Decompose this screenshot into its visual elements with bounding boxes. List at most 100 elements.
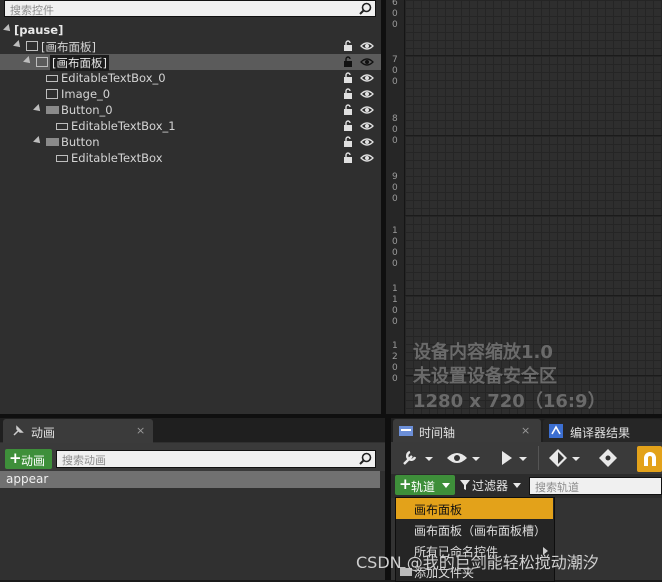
lock-icon[interactable] bbox=[342, 56, 354, 68]
add-animation-button[interactable]: + 动画 bbox=[5, 449, 52, 469]
lock-icon[interactable] bbox=[342, 40, 354, 52]
search-icon[interactable] bbox=[359, 2, 372, 15]
eye-icon[interactable] bbox=[360, 57, 374, 67]
ruler-label: 1100 bbox=[392, 284, 398, 327]
add-track-label: 轨道 bbox=[411, 480, 436, 494]
toolbar-divider bbox=[538, 446, 539, 470]
ruler-label: 700 bbox=[392, 55, 398, 87]
lock-icon[interactable] bbox=[342, 104, 354, 116]
textbox-icon bbox=[56, 123, 68, 130]
eye-icon[interactable] bbox=[360, 137, 374, 147]
tree-row-canvas-panel-selected[interactable]: [画布面板] bbox=[0, 54, 381, 71]
tab-label: 时间轴 bbox=[419, 426, 456, 440]
tree-label: EditableTextBox bbox=[71, 151, 163, 165]
tree-label: EditableTextBox_1 bbox=[71, 119, 176, 133]
tree-label: [画布面板] bbox=[41, 40, 96, 54]
canvas-panel-icon bbox=[26, 41, 38, 51]
tab-label: 动画 bbox=[31, 426, 56, 440]
tree-row-pause[interactable]: [pause] bbox=[0, 22, 381, 38]
textbox-icon bbox=[56, 155, 68, 162]
play-icon[interactable] bbox=[497, 448, 531, 468]
view-eye-icon[interactable] bbox=[445, 448, 483, 468]
animation-list-item[interactable]: appear bbox=[0, 471, 380, 488]
eye-icon[interactable] bbox=[360, 89, 374, 99]
chevron-down-icon bbox=[442, 483, 450, 488]
tree-label: Button_0 bbox=[61, 103, 113, 117]
menu-item-canvas-panel-slot[interactable]: 画布面板（画布面板槽） bbox=[396, 519, 553, 540]
hierarchy-search-input[interactable]: 搜索控件 bbox=[4, 0, 376, 17]
tree-label-editing[interactable]: [画布面板] bbox=[50, 55, 109, 71]
tab-animations[interactable]: 动画 × bbox=[3, 419, 153, 443]
add-track-button[interactable]: + 轨道 bbox=[395, 475, 455, 495]
vertical-ruler: 600 700 800 900 1000 1100 1200 bbox=[386, 0, 405, 414]
grid-major-line bbox=[405, 295, 662, 296]
ruler-label: 1200 bbox=[392, 341, 398, 384]
timeline-icon bbox=[399, 426, 413, 436]
tab-compiler-results[interactable]: 编译器结果 bbox=[543, 419, 662, 443]
grid-major-line bbox=[405, 55, 662, 56]
tree-row-button[interactable]: Button bbox=[0, 134, 381, 150]
snap-icon[interactable] bbox=[597, 448, 619, 468]
tree-row-editabletextbox[interactable]: EditableTextBox bbox=[0, 150, 381, 166]
hierarchy-search-placeholder: 搜索控件 bbox=[10, 4, 54, 17]
image-icon bbox=[46, 89, 58, 99]
lock-icon[interactable] bbox=[342, 120, 354, 132]
overlay-dpi-scale: 设备内容缩放1.0 bbox=[413, 342, 553, 363]
plus-icon: + bbox=[9, 449, 22, 467]
track-search-input[interactable]: 搜索轨道 bbox=[529, 477, 662, 495]
expand-arrow-icon[interactable] bbox=[23, 56, 33, 66]
tree-row-canvas-panel[interactable]: [画布面板] bbox=[0, 38, 381, 54]
tree-label: Image_0 bbox=[61, 87, 111, 101]
close-icon[interactable]: × bbox=[521, 424, 530, 437]
animation-name: appear bbox=[6, 472, 49, 486]
menu-item-canvas-panel[interactable]: 画布面板 bbox=[396, 498, 553, 519]
ruler-label: 1000 bbox=[392, 226, 398, 269]
lock-icon[interactable] bbox=[342, 72, 354, 84]
filter-icon bbox=[460, 480, 470, 490]
tree-row-editabletextbox-1[interactable]: EditableTextBox_1 bbox=[0, 118, 381, 134]
ruler-label: 900 bbox=[392, 172, 398, 204]
wrench-icon[interactable] bbox=[401, 448, 435, 468]
search-icon[interactable] bbox=[359, 452, 372, 465]
animation-search-placeholder: 搜索动画 bbox=[62, 454, 106, 467]
eye-icon[interactable] bbox=[360, 153, 374, 163]
tree-row-button-0[interactable]: Button_0 bbox=[0, 102, 381, 118]
tree-label: [pause] bbox=[14, 23, 64, 37]
expand-arrow-icon[interactable] bbox=[13, 40, 23, 50]
expand-arrow-icon[interactable] bbox=[33, 136, 43, 146]
compiler-icon bbox=[549, 424, 563, 438]
eye-icon[interactable] bbox=[360, 105, 374, 115]
expand-arrow-icon[interactable] bbox=[33, 104, 43, 114]
filter-label: 过滤器 bbox=[472, 479, 509, 493]
tree-row-editabletextbox-0[interactable]: EditableTextBox_0 bbox=[0, 70, 381, 86]
tree-label: Button bbox=[61, 135, 100, 149]
lock-icon[interactable] bbox=[342, 136, 354, 148]
tab-timeline[interactable]: 时间轴 × bbox=[393, 419, 541, 443]
grid-major-line bbox=[405, 135, 662, 136]
filter-button[interactable]: 过滤器 bbox=[459, 476, 525, 494]
overlay-safe-zone: 未设置设备安全区 bbox=[413, 366, 557, 387]
lock-icon[interactable] bbox=[342, 152, 354, 164]
overlay-resolution: 1280 x 720（16:9） bbox=[413, 391, 606, 412]
close-icon[interactable]: × bbox=[136, 424, 145, 437]
magnet-icon bbox=[644, 452, 656, 466]
ruler-label: 600 bbox=[392, 0, 398, 30]
ruler-label: 800 bbox=[392, 114, 398, 146]
canvas-panel-icon bbox=[36, 57, 48, 67]
plus-icon: + bbox=[399, 475, 412, 493]
pin-icon bbox=[13, 425, 24, 436]
tree-label: EditableTextBox_0 bbox=[61, 71, 166, 85]
tree-row-image-0[interactable]: Image_0 bbox=[0, 86, 381, 102]
eye-icon[interactable] bbox=[360, 73, 374, 83]
expand-arrow-icon[interactable] bbox=[3, 24, 13, 34]
eye-icon[interactable] bbox=[360, 41, 374, 51]
grid-major-line bbox=[405, 215, 662, 216]
add-animation-label: 动画 bbox=[21, 454, 46, 468]
track-search-placeholder: 搜索轨道 bbox=[535, 481, 579, 494]
tab-label: 编译器结果 bbox=[570, 426, 631, 440]
animation-search-input[interactable]: 搜索动画 bbox=[56, 450, 376, 468]
keyframe-icon[interactable] bbox=[546, 448, 584, 468]
lock-icon[interactable] bbox=[342, 88, 354, 100]
eye-icon[interactable] bbox=[360, 121, 374, 131]
magnet-toggle-button[interactable] bbox=[637, 446, 662, 472]
